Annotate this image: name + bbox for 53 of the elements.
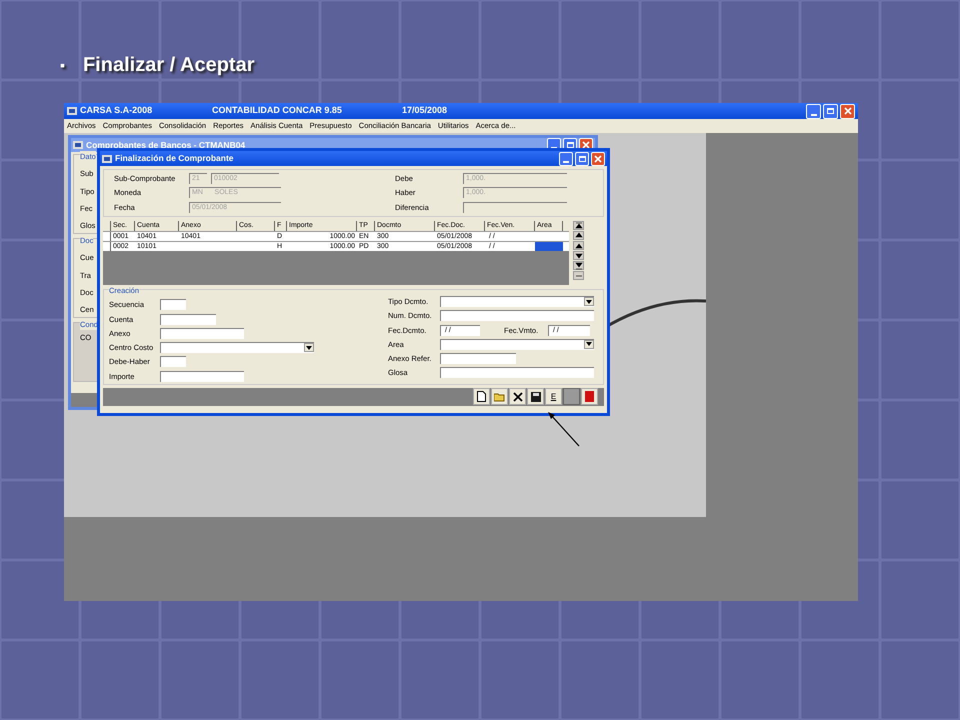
input-field[interactable]: [160, 299, 186, 310]
new-document-button[interactable]: [473, 388, 490, 406]
scroll-button[interactable]: [573, 231, 584, 240]
finish-button[interactable]: E: [545, 388, 562, 406]
caret-icon: [306, 346, 312, 350]
maximize-button[interactable]: [575, 152, 589, 166]
minimize-button[interactable]: [806, 104, 821, 118]
close-icon: [844, 107, 852, 115]
exit-button[interactable]: [581, 388, 598, 406]
input-field[interactable]: [160, 314, 216, 325]
close-icon: [582, 141, 590, 149]
slide-title: Finalizar / Aceptar: [82, 53, 255, 78]
scroll-button[interactable]: [573, 241, 584, 250]
close-button[interactable]: [591, 152, 605, 166]
window-icon: [73, 141, 83, 149]
pointer-arrow: [546, 410, 582, 448]
dropdown-field[interactable]: [440, 296, 594, 308]
caret-icon: [586, 300, 592, 304]
window-icon: [102, 154, 112, 162]
delete-button[interactable]: [509, 388, 526, 406]
arrow-icon: [574, 262, 582, 270]
company-name: CARSA S.A-2008: [80, 104, 154, 118]
scroll-button[interactable]: [573, 261, 584, 270]
door-icon: [585, 391, 594, 402]
input-field[interactable]: [160, 328, 244, 339]
selected-cell[interactable]: [535, 242, 563, 251]
page-icon: [477, 391, 486, 402]
input-field[interactable]: [160, 370, 244, 382]
arrow-icon: [574, 222, 582, 230]
window-icon: [67, 107, 77, 115]
window-title: Comprobantes de Bancos - CTMANB04: [86, 138, 246, 152]
input-field[interactable]: [440, 367, 594, 378]
scroll-button[interactable]: [573, 251, 584, 260]
save-button[interactable]: [527, 388, 544, 406]
maximize-button[interactable]: [823, 104, 838, 118]
dropdown-field[interactable]: [440, 338, 594, 350]
dropdown-field[interactable]: [160, 342, 314, 354]
window-title: Finalización de Comprobante: [115, 152, 234, 165]
minimize-button[interactable]: [559, 152, 573, 166]
close-button[interactable]: [840, 104, 855, 118]
input-field[interactable]: [440, 353, 516, 364]
folder-icon: [494, 392, 506, 402]
scroll-button[interactable]: [573, 221, 584, 230]
date-text: 17/05/2008: [402, 104, 448, 118]
product-name: CONTABILIDAD CONCAR 9.85: [212, 104, 343, 118]
close-icon: [594, 154, 602, 162]
caret-icon: [586, 342, 592, 346]
bullet-mark: ▪: [60, 56, 65, 74]
input-field[interactable]: [160, 356, 186, 368]
open-button[interactable]: [491, 388, 508, 406]
input-field[interactable]: [463, 202, 567, 213]
close-icon: [512, 392, 522, 402]
input-field[interactable]: [440, 310, 594, 322]
